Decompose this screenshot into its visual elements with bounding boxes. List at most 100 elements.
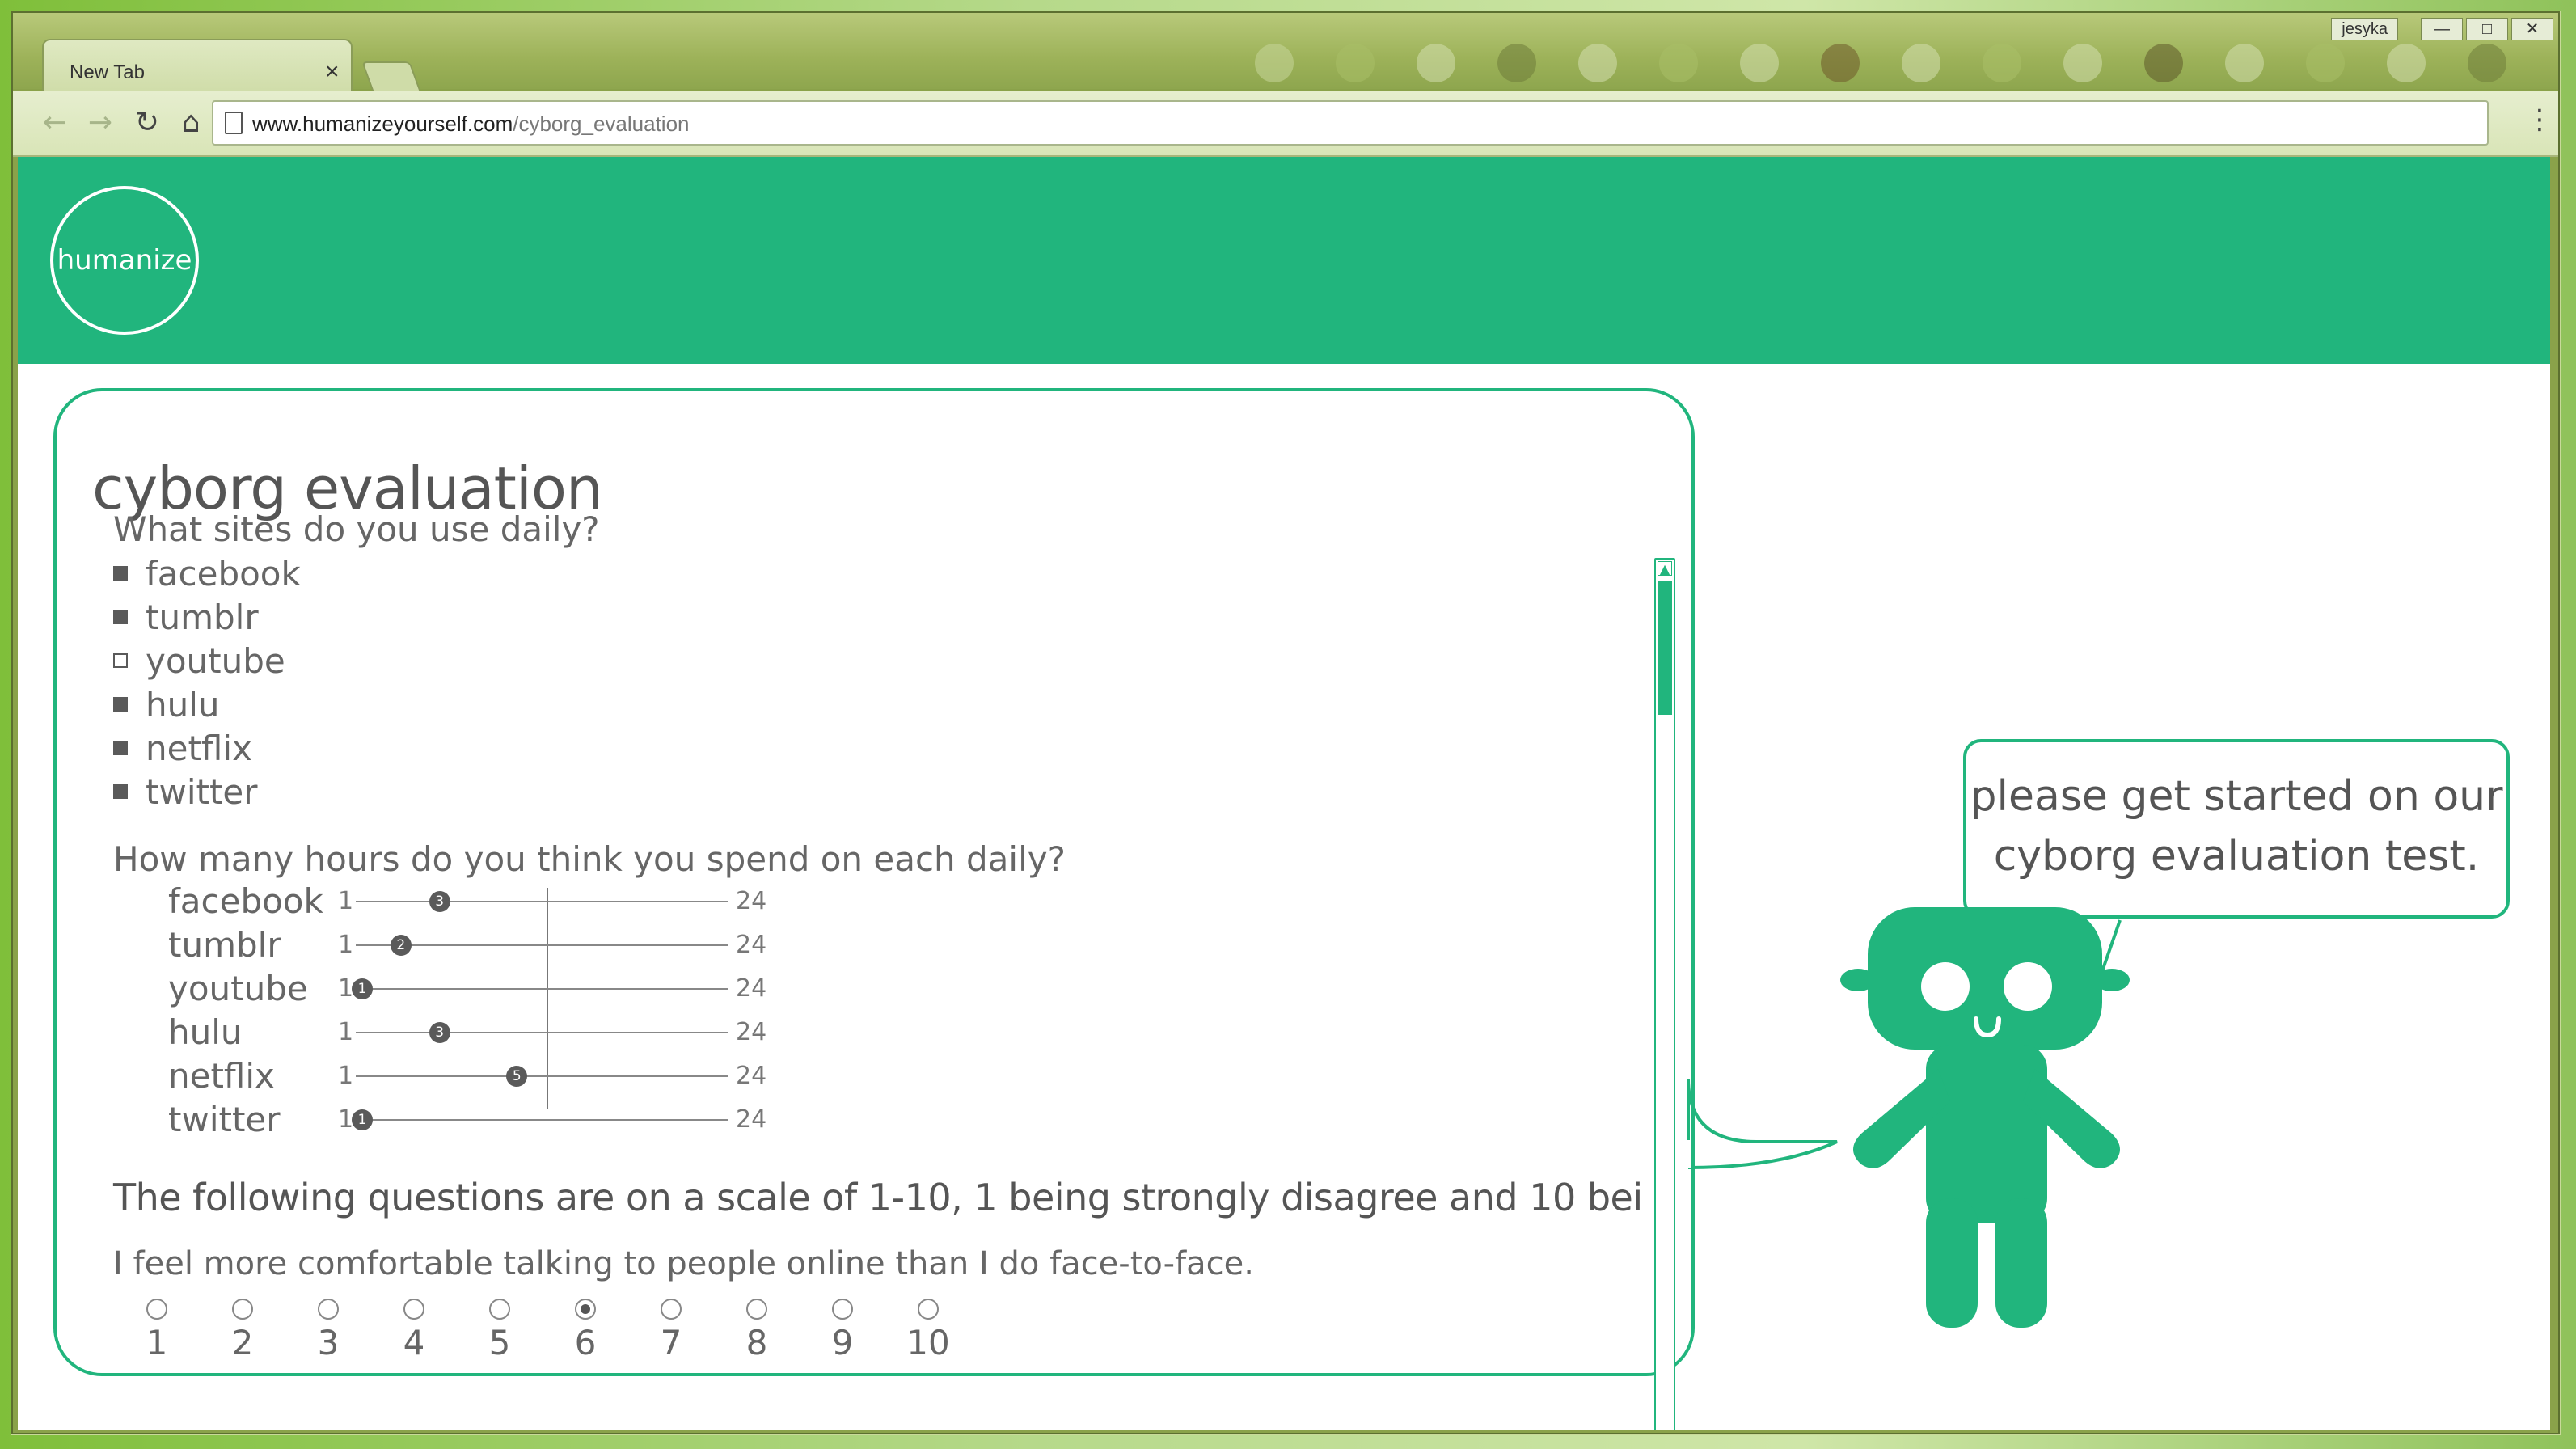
radio-button[interactable] — [746, 1299, 767, 1320]
hours-sliders: facebook 1 24 3 tumblr 1 24 2 youtube 1 24 1 hulu 1 24… — [92, 880, 901, 1147]
address-bar[interactable]: www.humanizeyourself.com/cyborg_evaluati… — [212, 100, 2489, 146]
assistant-line-1: please get started on our — [1970, 772, 2503, 821]
rating-label: 4 — [403, 1323, 425, 1362]
rating-option-1[interactable]: 1 — [133, 1299, 181, 1362]
checkbox[interactable] — [113, 566, 128, 581]
slider-track[interactable] — [356, 988, 728, 990]
reload-icon[interactable]: ↻ — [129, 105, 165, 141]
survey-content: cyborg evaluation What sites do you use … — [92, 408, 1645, 1362]
sites-checklist: facebook tumblr youtube hulu netflix twitter — [113, 551, 301, 813]
rating-option-3[interactable]: 3 — [304, 1299, 353, 1362]
slider-row-3: hulu 1 24 3 — [92, 1011, 901, 1054]
url-host: www.humanizeyourself.com — [252, 112, 513, 136]
scale-instructions: The following questions are on a scale o… — [113, 1176, 1645, 1219]
checkbox[interactable] — [113, 653, 128, 668]
site-option-label: youtube — [146, 640, 285, 681]
site-logo[interactable]: humanize — [50, 186, 199, 335]
slider-min-label: 1 — [338, 887, 354, 915]
url-text: www.humanizeyourself.com/cyborg_evaluati… — [252, 112, 690, 137]
comfort-rating: 1 2 3 4 5 6 7 8 9 10 — [133, 1299, 1022, 1362]
question-hours: How many hours do you think you spend on… — [113, 839, 1066, 879]
slider-track[interactable] — [356, 944, 728, 946]
window-controls: jesyka — □ ✕ — [2331, 18, 2553, 42]
slider-max-label: 24 — [736, 1062, 767, 1090]
scroll-thumb[interactable] — [1658, 581, 1672, 715]
question-comfort: I feel more comfortable talking to peopl… — [113, 1245, 1254, 1282]
site-option-2[interactable]: youtube — [113, 639, 301, 682]
slider-label: facebook — [168, 881, 323, 921]
rating-option-5[interactable]: 5 — [475, 1299, 524, 1362]
rating-label: 6 — [574, 1323, 597, 1362]
radio-button[interactable] — [918, 1299, 939, 1320]
tab-title: New Tab — [70, 61, 145, 83]
checkbox[interactable] — [113, 697, 128, 712]
assistant-line-2: cyborg evaluation test. — [1993, 832, 2480, 881]
browser-window: New Tab × jesyka — □ ✕ ← → ↻ ⌂ www.human… — [11, 11, 2560, 1434]
site-option-label: hulu — [146, 684, 220, 724]
slider-track[interactable] — [356, 1075, 728, 1077]
rating-option-4[interactable]: 4 — [390, 1299, 438, 1362]
checkbox[interactable] — [113, 784, 128, 799]
close-button[interactable]: ✕ — [2511, 18, 2553, 40]
rating-label: 3 — [317, 1323, 340, 1362]
site-option-5[interactable]: twitter — [113, 770, 301, 813]
rating-option-10[interactable]: 10 — [904, 1299, 952, 1362]
menu-icon[interactable]: ⋮ — [2526, 104, 2553, 136]
slider-min-label: 1 — [338, 1062, 354, 1090]
slider-track[interactable] — [356, 1119, 728, 1121]
slider-handle[interactable]: 3 — [429, 891, 450, 912]
browser-tab[interactable]: New Tab × — [42, 39, 353, 94]
scroll-up-icon[interactable]: ▲ — [1658, 561, 1672, 577]
profile-button[interactable]: jesyka — [2331, 18, 2398, 40]
slider-row-2: youtube 1 24 1 — [92, 967, 901, 1011]
slider-max-label: 24 — [736, 931, 767, 959]
slider-max-label: 24 — [736, 1018, 767, 1046]
checkbox[interactable] — [113, 741, 128, 755]
slider-row-0: facebook 1 24 3 — [92, 880, 901, 923]
new-tab-button[interactable] — [361, 61, 421, 92]
radio-button[interactable] — [489, 1299, 510, 1320]
rating-label: 10 — [906, 1323, 950, 1362]
site-option-3[interactable]: hulu — [113, 682, 301, 726]
rating-option-7[interactable]: 7 — [647, 1299, 695, 1362]
slider-track[interactable] — [356, 1032, 728, 1033]
radio-button[interactable] — [318, 1299, 339, 1320]
slider-handle[interactable]: 1 — [352, 1109, 373, 1130]
rating-option-9[interactable]: 9 — [818, 1299, 867, 1362]
tab-close-icon[interactable]: × — [325, 58, 340, 86]
minimize-button[interactable]: — — [2421, 18, 2463, 40]
rating-option-8[interactable]: 8 — [733, 1299, 781, 1362]
back-arrow-icon[interactable]: ← — [37, 105, 73, 141]
slider-label: youtube — [168, 969, 308, 1008]
radio-button[interactable] — [832, 1299, 853, 1320]
slider-handle[interactable]: 1 — [352, 978, 373, 999]
slider-handle[interactable]: 3 — [429, 1022, 450, 1043]
home-icon[interactable]: ⌂ — [173, 105, 209, 141]
slider-max-label: 24 — [736, 1105, 767, 1134]
rating-option-6[interactable]: 6 — [561, 1299, 610, 1362]
rating-label: 1 — [146, 1323, 168, 1362]
checkbox[interactable] — [113, 610, 128, 624]
survey-scrollbar[interactable]: ▲ ▼ — [1654, 558, 1675, 1430]
rating-label: 2 — [231, 1323, 254, 1362]
site-option-label: netflix — [146, 728, 252, 768]
radio-button[interactable] — [661, 1299, 682, 1320]
site-option-0[interactable]: facebook — [113, 551, 301, 595]
site-option-4[interactable]: netflix — [113, 726, 301, 770]
maximize-button[interactable]: □ — [2466, 18, 2508, 40]
slider-handle[interactable]: 2 — [390, 935, 412, 956]
radio-button[interactable] — [575, 1299, 596, 1320]
radio-button[interactable] — [403, 1299, 424, 1320]
slider-min-label: 1 — [338, 931, 354, 959]
radio-button[interactable] — [232, 1299, 253, 1320]
assistant-message: please get started on our cyborg evaluat… — [1966, 767, 2506, 886]
slider-min-label: 1 — [338, 1018, 354, 1046]
site-option-1[interactable]: tumblr — [113, 595, 301, 639]
slider-handle[interactable]: 5 — [506, 1066, 528, 1087]
slider-label: netflix — [168, 1056, 275, 1096]
forward-arrow-icon[interactable]: → — [82, 105, 118, 141]
robot-mascot-icon — [1840, 907, 2130, 1328]
slider-track[interactable] — [356, 901, 728, 902]
radio-button[interactable] — [146, 1299, 167, 1320]
rating-option-2[interactable]: 2 — [218, 1299, 267, 1362]
